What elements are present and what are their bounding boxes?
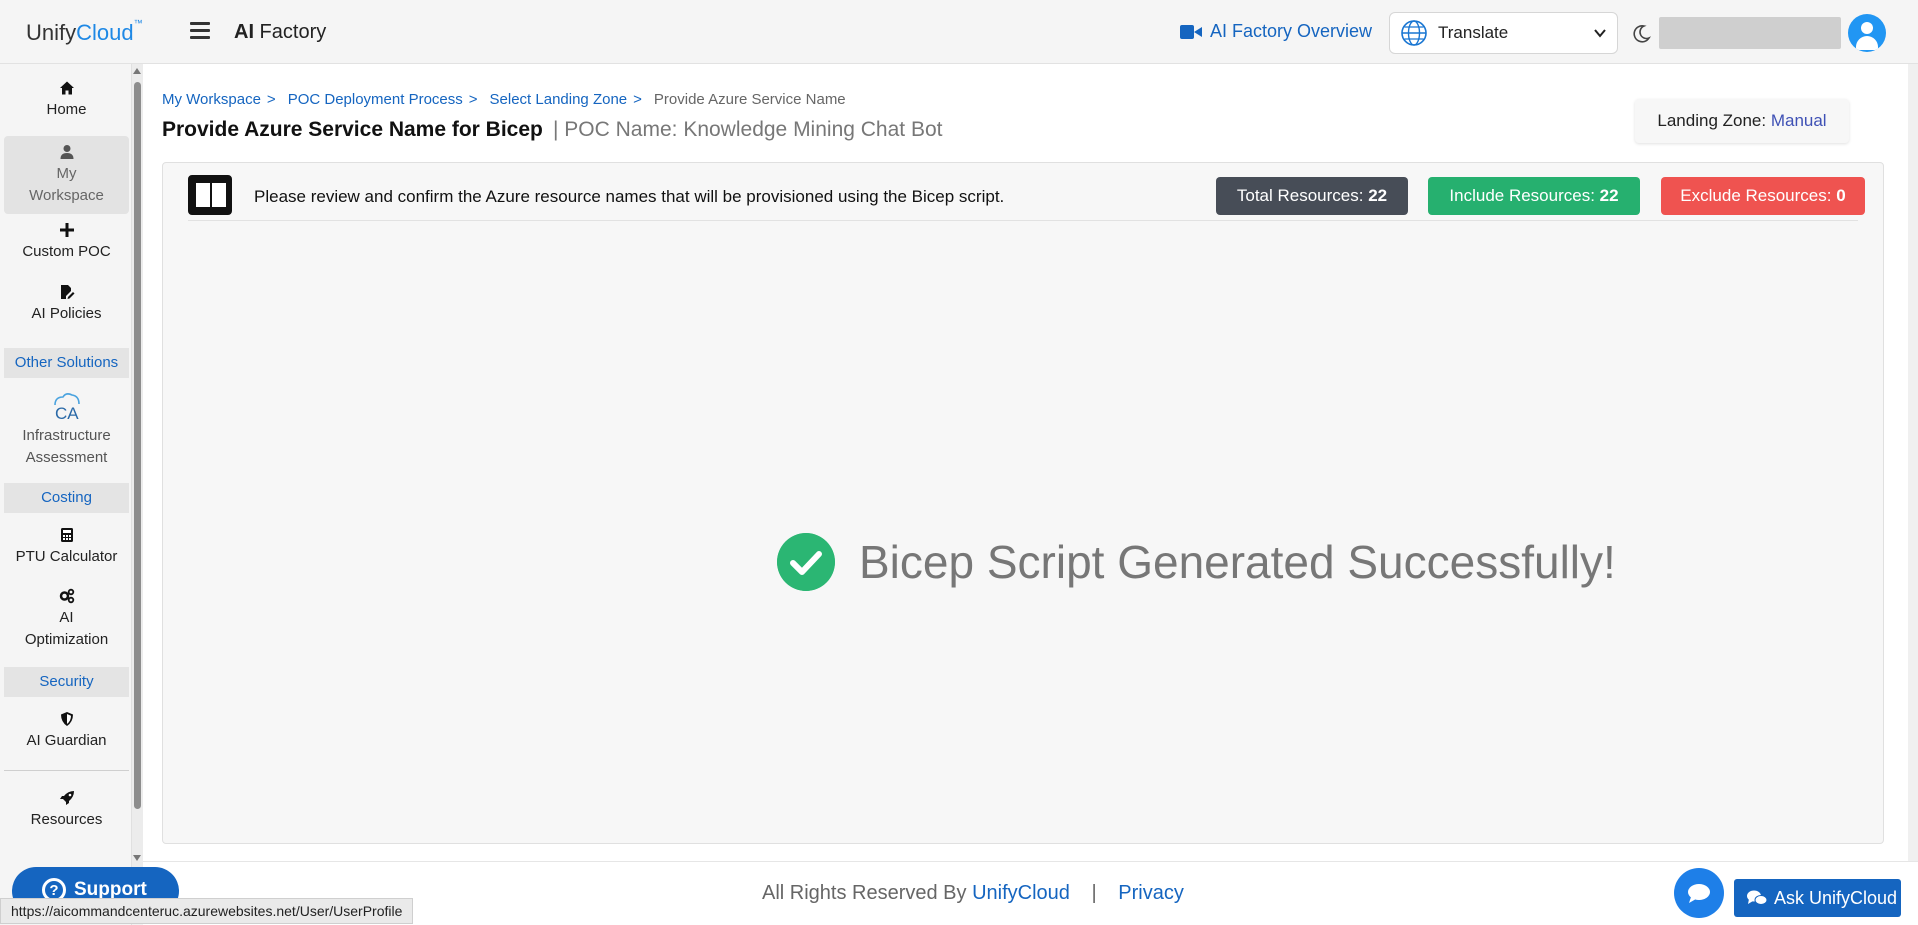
hamburger-menu-icon[interactable]: [190, 22, 210, 40]
breadcrumb-select-landing-zone[interactable]: Select Landing Zone: [490, 91, 628, 108]
sidebar-item-label: AI Guardian: [26, 732, 107, 749]
chat-icon: [1688, 884, 1710, 903]
browser-status-url: https://aicommandcenteruc.azurewebsites.…: [0, 898, 414, 924]
breadcrumb: My Workspace > POC Deployment Process > Se…: [162, 91, 846, 108]
sidebar-item-ai-guardian[interactable]: AI Guardian: [4, 711, 129, 752]
brand-tm: ™: [133, 18, 143, 28]
sidebar-item-label: Home: [46, 101, 87, 118]
page-scrollbar[interactable]: [1908, 64, 1918, 861]
sidebar-item-ai-policies[interactable]: AI Policies: [4, 284, 129, 325]
sidebar-item-label: Resources: [30, 811, 103, 828]
user-icon: [60, 145, 73, 159]
success-text: Bicep Script Generated Successfully!: [859, 536, 1616, 588]
user-avatar-icon[interactable]: [1848, 14, 1886, 52]
sidebar-item-label: PTU Calculator: [15, 548, 118, 565]
dark-mode-moon-icon[interactable]: [1630, 23, 1652, 45]
card-header: Please review and confirm the Azure reso…: [188, 173, 1865, 221]
ask-unifycloud-button[interactable]: Ask UnifyCloud: [1734, 879, 1901, 917]
scroll-down-arrow-icon[interactable]: [133, 855, 141, 861]
footer-rights: All Rights Reserved By: [762, 882, 967, 904]
rocket-icon: [59, 791, 74, 805]
sidebar-item-label: My: [56, 165, 77, 182]
landing-zone-value: Manual: [1770, 111, 1827, 130]
sidebar-item-ptu-calculator[interactable]: PTU Calculator: [4, 527, 129, 568]
include-resources-badge: Include Resources: 22: [1428, 177, 1640, 215]
comments-icon: [1747, 890, 1768, 905]
chevron-down-icon: [1594, 29, 1606, 38]
success-message: Bicep Script Generated Successfully!: [777, 533, 1616, 591]
sidebar-item-label: Infrastructure: [22, 427, 111, 444]
review-notice: Please review and confirm the Azure reso…: [254, 187, 1005, 206]
top-bar: UnifyCloud™ AI Factory AI Factory Overvi…: [0, 0, 1918, 64]
shield-icon: [60, 712, 73, 726]
user-name-redacted: [1659, 17, 1841, 49]
sidebar-divider: [4, 770, 129, 771]
chat-bubble-button[interactable]: [1674, 868, 1724, 918]
sidebar-item-label: Assessment: [25, 449, 108, 466]
landing-zone-chip: Landing Zone: Manual: [1635, 99, 1849, 143]
translate-label: Translate: [1438, 23, 1509, 42]
columns-icon: [188, 175, 232, 215]
sidebar-item-label: Optimization: [24, 631, 109, 648]
poc-name: | POC Name: Knowledge Mining Chat Bot: [553, 118, 943, 141]
breadcrumb-poc-deployment[interactable]: POC Deployment Process: [288, 91, 463, 108]
breadcrumb-my-workspace[interactable]: My Workspace: [162, 91, 261, 108]
brand-name: Unify: [26, 20, 77, 45]
sidebar-item-my-workspace[interactable]: My Workspace: [4, 136, 129, 214]
breadcrumb-separator: >: [266, 91, 276, 108]
page-title: Provide Azure Service Name for Bicep: [162, 118, 543, 141]
ai-factory-overview-link[interactable]: AI Factory Overview: [1180, 21, 1372, 42]
globe-icon: [1401, 20, 1427, 46]
brand-logo[interactable]: UnifyCloud™: [26, 18, 143, 46]
overview-link-label: AI Factory Overview: [1210, 21, 1373, 41]
sidebar-item-infrastructure-assessment[interactable]: CA Infrastructure Assessment: [4, 391, 129, 469]
svg-text:CA: CA: [55, 404, 79, 423]
exclude-resources-badge: Exclude Resources: 0: [1661, 177, 1865, 215]
section-costing: Costing: [4, 483, 129, 513]
sidebar: Home My Workspace Custom POC AI Policies…: [0, 64, 132, 925]
section-other-solutions: Other Solutions: [4, 348, 129, 378]
cloud-assessment-icon: CA: [53, 393, 80, 423]
footer-pipe: |: [1091, 882, 1097, 904]
translate-select[interactable]: Translate: [1389, 12, 1618, 54]
sidebar-item-home[interactable]: Home: [4, 80, 129, 121]
gears-icon: [59, 588, 74, 604]
calculator-icon: [60, 528, 73, 542]
brand-cloud: Cloud: [76, 20, 134, 45]
main-content: My Workspace > POC Deployment Process > Se…: [143, 64, 1918, 861]
bicep-card: Please review and confirm the Azure reso…: [162, 162, 1884, 844]
sidebar-item-label: Workspace: [29, 187, 104, 204]
sidebar-scrollbar-thumb[interactable]: [134, 82, 141, 809]
video-camera-icon: [1180, 24, 1202, 39]
breadcrumb-current: Provide Azure Service Name: [653, 91, 846, 108]
sidebar-item-label: AI: [59, 609, 74, 626]
footer-privacy-link[interactable]: Privacy: [1118, 882, 1184, 904]
edit-document-icon: [60, 285, 74, 299]
section-security: Security: [4, 667, 129, 697]
app-title: AI Factory: [234, 21, 327, 43]
breadcrumb-separator: >: [633, 91, 642, 108]
sidebar-item-ai-optimization[interactable]: AI Optimization: [4, 588, 129, 651]
plus-icon: [59, 223, 74, 237]
total-resources-badge: Total Resources: 22: [1216, 177, 1408, 215]
sidebar-item-custom-poc[interactable]: Custom POC: [4, 222, 129, 263]
breadcrumb-separator: >: [468, 91, 478, 108]
ask-label: Ask UnifyCloud: [1774, 888, 1898, 908]
support-label: Support: [74, 879, 147, 900]
scroll-up-arrow-icon[interactable]: [133, 68, 141, 74]
landing-zone-label: Landing Zone:: [1657, 111, 1767, 130]
check-circle-icon: [777, 533, 835, 591]
footer-company-link[interactable]: UnifyCloud: [972, 882, 1070, 904]
sidebar-item-label: AI Policies: [31, 305, 102, 322]
footer-text: All Rights Reserved By UnifyCloud | Priv…: [762, 882, 1184, 905]
sidebar-item-resources[interactable]: Resources: [4, 790, 129, 831]
sidebar-item-label: Custom POC: [22, 243, 111, 260]
home-icon: [59, 81, 74, 95]
